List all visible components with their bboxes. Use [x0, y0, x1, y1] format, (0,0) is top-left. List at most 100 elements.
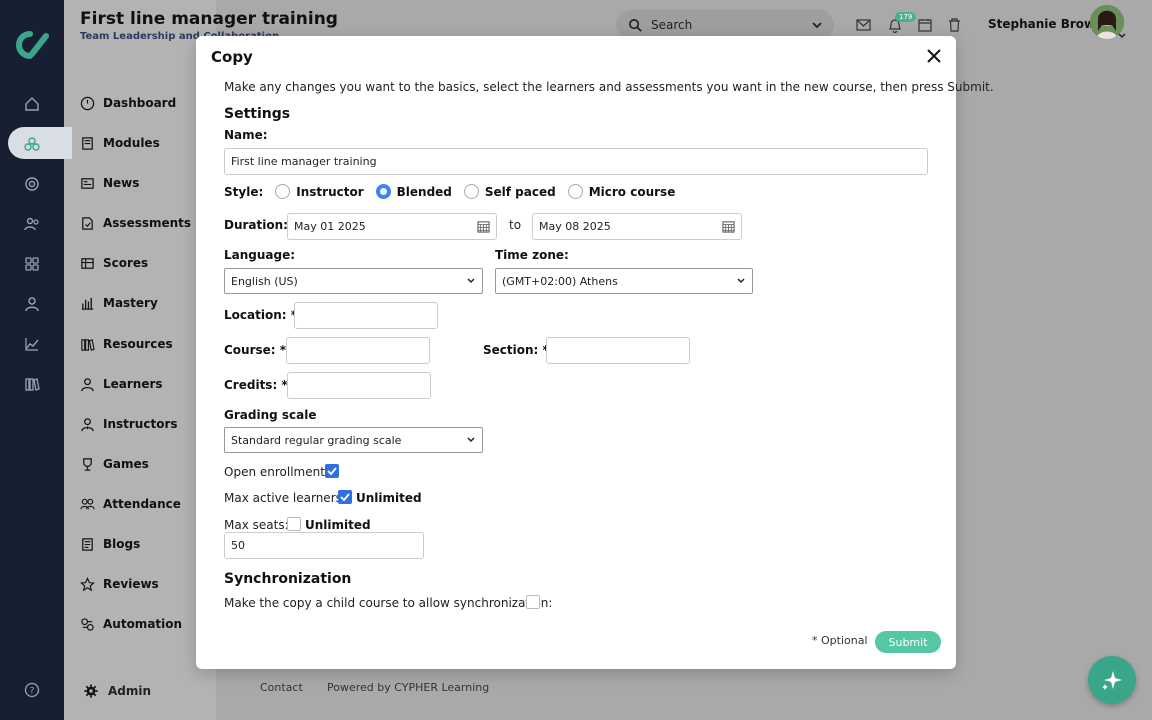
language-value: English (US) — [231, 274, 298, 288]
ai-assistant-button[interactable] — [1088, 656, 1136, 704]
max-seats-input[interactable] — [224, 532, 424, 559]
nav-label: Attendance — [103, 497, 181, 511]
powered-by-link[interactable]: Powered by CYPHER Learning — [327, 681, 489, 694]
chevron-down-icon[interactable] — [810, 18, 824, 32]
scores-icon — [81, 257, 94, 269]
nav-label: Learners — [103, 377, 163, 391]
nav-item-scores[interactable]: Scores — [80, 251, 148, 275]
radio-label-self-paced[interactable]: Self paced — [485, 185, 556, 199]
duration-label: Duration: — [224, 218, 288, 232]
analytics-icon[interactable] — [20, 332, 44, 356]
radio-label-blended[interactable]: Blended — [397, 185, 452, 199]
help-icon[interactable]: ? — [20, 678, 44, 702]
timezone-select[interactable]: (GMT+02:00) Athens — [495, 268, 753, 294]
nav-label: Blogs — [103, 537, 141, 551]
radio-label-instructor[interactable]: Instructor — [296, 185, 363, 199]
end-date-input[interactable]: May 08 2025 — [532, 213, 742, 240]
trash-icon[interactable] — [945, 16, 963, 34]
nav-item-learners[interactable]: Learners — [80, 372, 163, 396]
nav-item-games[interactable]: Games — [80, 452, 149, 476]
nav-item-assessments[interactable]: Assessments — [80, 211, 191, 235]
svg-text:?: ? — [30, 687, 35, 697]
sync-checkbox[interactable] — [526, 595, 540, 609]
name-label: Name: — [224, 128, 268, 142]
language-select[interactable]: English (US) — [224, 268, 483, 294]
app-logo-icon[interactable] — [10, 28, 54, 62]
location-label: Location: * — [224, 308, 297, 322]
library-icon[interactable] — [20, 372, 44, 396]
open-enrollment-checkbox[interactable] — [325, 464, 339, 478]
person-icon[interactable] — [20, 292, 44, 316]
nav-label: Assessments — [103, 216, 192, 230]
location-input[interactable] — [294, 302, 438, 329]
nav-item-news[interactable]: News — [80, 171, 139, 195]
credits-input[interactable] — [287, 372, 431, 399]
style-radio-group: Style: Instructor Blended Self paced Mic… — [224, 184, 675, 199]
instructors-icon — [81, 417, 94, 431]
grading-scale-select[interactable]: Standard regular grading scale — [224, 427, 483, 453]
nav-item-dashboard[interactable]: Dashboard — [80, 91, 176, 115]
nav-item-mastery[interactable]: Mastery — [80, 291, 158, 315]
nav-label: Automation — [103, 617, 183, 631]
blogs-icon — [82, 537, 93, 551]
radio-instructor[interactable] — [275, 184, 291, 199]
star-icon — [80, 576, 95, 591]
target-icon[interactable] — [20, 172, 44, 196]
users-icon[interactable] — [20, 212, 44, 236]
courses-icon[interactable] — [20, 132, 44, 156]
apps-icon[interactable] — [20, 252, 44, 276]
trophy-icon — [83, 457, 92, 471]
home-icon[interactable] — [20, 92, 44, 116]
mastery-icon — [81, 297, 94, 310]
course-label: Course: * — [224, 343, 287, 357]
copy-dialog: Copy Make any changes you want to the ba… — [196, 36, 994, 669]
style-label: Style: — [224, 184, 264, 199]
max-active-unlimited-label[interactable]: Unlimited — [356, 491, 422, 505]
nav-label: Scores — [103, 256, 149, 270]
learners-icon — [81, 377, 94, 391]
max-active-unlimited-checkbox[interactable] — [338, 490, 352, 504]
radio-self-paced[interactable] — [463, 184, 479, 199]
automation-icon — [81, 617, 94, 631]
start-date-input[interactable]: May 01 2025 — [287, 213, 497, 240]
name-input[interactable] — [224, 148, 928, 175]
section-input[interactable] — [546, 337, 690, 364]
nav-label: Modules — [103, 136, 160, 150]
checkmark-icon — [327, 467, 337, 476]
nav-item-blogs[interactable]: Blogs — [80, 532, 140, 556]
close-icon[interactable] — [926, 48, 942, 64]
max-active-learners-label: Max active learners: — [224, 491, 346, 505]
resources-icon — [81, 338, 95, 351]
course-input[interactable] — [286, 337, 430, 364]
submit-button[interactable]: Submit — [875, 631, 941, 653]
calendar-icon[interactable] — [722, 220, 735, 233]
radio-blended[interactable] — [375, 184, 391, 199]
max-seats-unlimited-label[interactable]: Unlimited — [305, 518, 371, 532]
nav-item-automation[interactable]: Automation — [80, 612, 182, 636]
nav-item-reviews[interactable]: Reviews — [80, 572, 159, 596]
nav-item-resources[interactable]: Resources — [80, 332, 173, 356]
timezone-label: Time zone: — [495, 248, 569, 262]
intro-text: Make any changes you want to the basics,… — [224, 80, 994, 94]
calendar-icon[interactable] — [916, 16, 934, 34]
contact-link[interactable]: Contact — [260, 681, 303, 694]
nav-item-attendance[interactable]: Attendance — [80, 492, 181, 516]
admin-link[interactable]: Admin — [84, 684, 151, 698]
assessments-icon — [82, 216, 93, 230]
nav-label: Reviews — [103, 577, 159, 591]
user-menu-chevron-icon[interactable] — [1117, 32, 1127, 40]
grading-scale-value: Standard regular grading scale — [231, 433, 402, 447]
course-title: First line manager training — [80, 9, 338, 29]
nav-label: Resources — [103, 337, 173, 351]
user-name[interactable]: Stephanie Brown — [988, 17, 1104, 31]
nav-item-modules[interactable]: Modules — [80, 131, 160, 155]
nav-item-instructors[interactable]: Instructors — [80, 412, 178, 436]
calendar-icon[interactable] — [477, 220, 490, 233]
radio-label-micro-course[interactable]: Micro course — [589, 185, 676, 199]
app-rail: ? — [0, 0, 72, 720]
grading-scale-label: Grading scale — [224, 408, 317, 422]
mail-icon[interactable] — [854, 16, 872, 34]
max-seats-unlimited-checkbox[interactable] — [287, 517, 301, 531]
radio-micro-course[interactable] — [567, 184, 583, 199]
notification-badge: 179 — [895, 12, 917, 22]
